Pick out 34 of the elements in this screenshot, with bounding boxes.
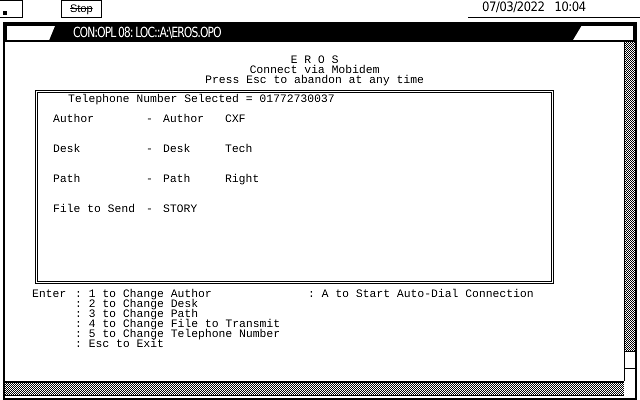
field-label: Desk bbox=[53, 145, 82, 155]
horizontal-scrollbar[interactable] bbox=[5, 381, 624, 396]
menu-option: : 5 to Change Telephone Number bbox=[75, 330, 308, 340]
dash-separator: - bbox=[146, 145, 154, 155]
instruction-text: Press Esc to abandon at any time bbox=[205, 76, 424, 86]
menu-option: : Esc to Exit bbox=[75, 340, 308, 350]
dash-separator: - bbox=[146, 205, 154, 215]
menu-option: : 4 to Change File to Transmit bbox=[75, 320, 308, 330]
menu-option: : 3 to Change Path bbox=[75, 310, 308, 320]
time: 10:04 bbox=[554, 0, 586, 17]
date: 07/03/2022 bbox=[482, 0, 544, 17]
field-value: STORY bbox=[163, 205, 198, 215]
telephone-number-text: Telephone Number Selected = 01772730037 bbox=[68, 95, 335, 105]
menu-icon[interactable] bbox=[0, 0, 23, 18]
app-title: E R O S bbox=[290, 56, 338, 66]
field-value: Path bbox=[163, 175, 192, 185]
dash-separator: - bbox=[146, 115, 154, 125]
field-setting: Tech bbox=[225, 145, 254, 155]
vertical-scrollbar[interactable] bbox=[624, 42, 635, 381]
menu-option: : A to Start Auto-Dial Connection bbox=[308, 290, 624, 300]
field-value: Desk bbox=[163, 145, 192, 155]
window-title: CON:OPL 08: LOC::A:\EROS.OPO bbox=[73, 25, 221, 41]
dash-separator: - bbox=[146, 175, 154, 185]
menu-option: : 1 to Change Author bbox=[75, 290, 308, 300]
subtitle: Connect via Mobidem bbox=[250, 66, 380, 76]
field-label: Path bbox=[53, 175, 82, 185]
field-label: File to Send bbox=[53, 205, 136, 215]
field-label: Author bbox=[53, 115, 96, 125]
field-setting: Right bbox=[225, 175, 260, 185]
stop-button[interactable]: Stop bbox=[61, 0, 102, 18]
field-value: Author bbox=[163, 115, 206, 125]
menu-option: : 2 to Change Desk bbox=[75, 300, 308, 310]
field-setting: CXF bbox=[225, 115, 247, 125]
prompt-label: Enter bbox=[32, 290, 68, 300]
